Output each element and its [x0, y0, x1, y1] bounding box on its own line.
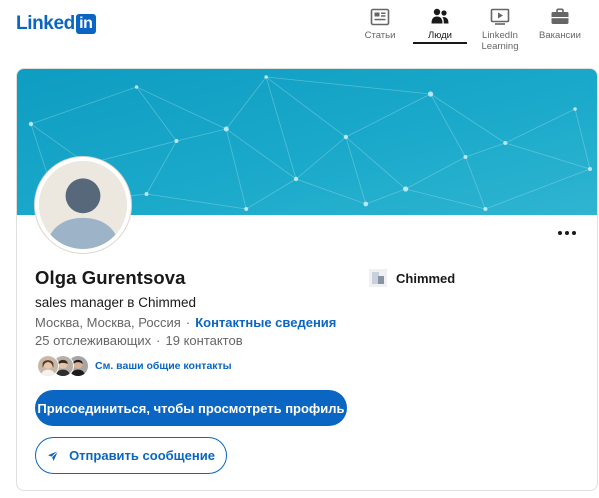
current-company[interactable]: Chimmed — [369, 269, 455, 287]
connections-count: 19 контактов — [165, 333, 243, 348]
default-person-avatar-icon — [39, 161, 127, 249]
nav-label-jobs: Вакансии — [539, 30, 581, 41]
more-dot — [558, 231, 562, 235]
company-logo-icon — [369, 269, 387, 287]
people-icon — [431, 8, 449, 24]
main-nav: Статьи Люди LinkedIn Learning Вакансии — [350, 0, 590, 52]
separator-dot: · — [156, 333, 161, 348]
nav-label-articles: Статьи — [364, 30, 396, 41]
send-icon — [48, 450, 59, 461]
nav-label-learning: LinkedIn Learning — [481, 30, 519, 52]
nav-item-people[interactable]: Люди — [410, 0, 470, 52]
counts-line: 25 отслеживающих · 19 контактов — [35, 333, 243, 348]
mutual-connections[interactable]: См. ваши общие контакты — [37, 355, 232, 377]
more-options-button[interactable] — [553, 223, 581, 243]
nav-label-people: Люди — [427, 30, 452, 41]
separator-dot: · — [185, 315, 191, 330]
articles-icon — [370, 8, 390, 26]
profile-card: Olga Gurentsova sales manager в Chimmed … — [16, 68, 598, 491]
linkedin-logo[interactable]: Linked in — [16, 13, 96, 35]
followers-count: 25 отслеживающих — [35, 333, 152, 348]
top-navigation-bar: Linked in Статьи Люди LinkedIn Learning … — [0, 0, 599, 52]
location-line: Москва, Москва, Россия · Контактные сведен… — [35, 315, 336, 330]
profile-headline: sales manager в Chimmed — [35, 295, 196, 310]
mutual-avatar — [37, 355, 59, 377]
join-to-view-profile-button[interactable]: Присоединиться, чтобы просмотреть профил… — [35, 390, 347, 426]
send-message-button[interactable]: Отправить сообщение — [35, 437, 227, 474]
nav-item-articles[interactable]: Статьи — [350, 0, 410, 52]
nav-item-learning[interactable]: LinkedIn Learning — [470, 0, 530, 52]
logo-wordmark: Linked — [16, 13, 75, 34]
send-message-label: Отправить сообщение — [69, 448, 215, 463]
profile-location: Москва, Москва, Россия — [35, 315, 181, 330]
briefcase-icon — [551, 8, 569, 24]
logo-in-box: in — [75, 14, 96, 34]
profile-name: Olga Gurentsova — [35, 267, 186, 288]
contact-info-link[interactable]: Контактные сведения — [195, 315, 336, 330]
learning-icon — [490, 8, 510, 25]
nav-item-jobs[interactable]: Вакансии — [530, 0, 590, 52]
mutual-avatar-stack — [37, 355, 91, 377]
more-dot — [572, 231, 576, 235]
company-name: Chimmed — [396, 270, 456, 286]
more-dot — [565, 231, 569, 235]
profile-avatar[interactable] — [35, 157, 131, 253]
mutual-connections-link[interactable]: См. ваши общие контакты — [95, 360, 232, 372]
